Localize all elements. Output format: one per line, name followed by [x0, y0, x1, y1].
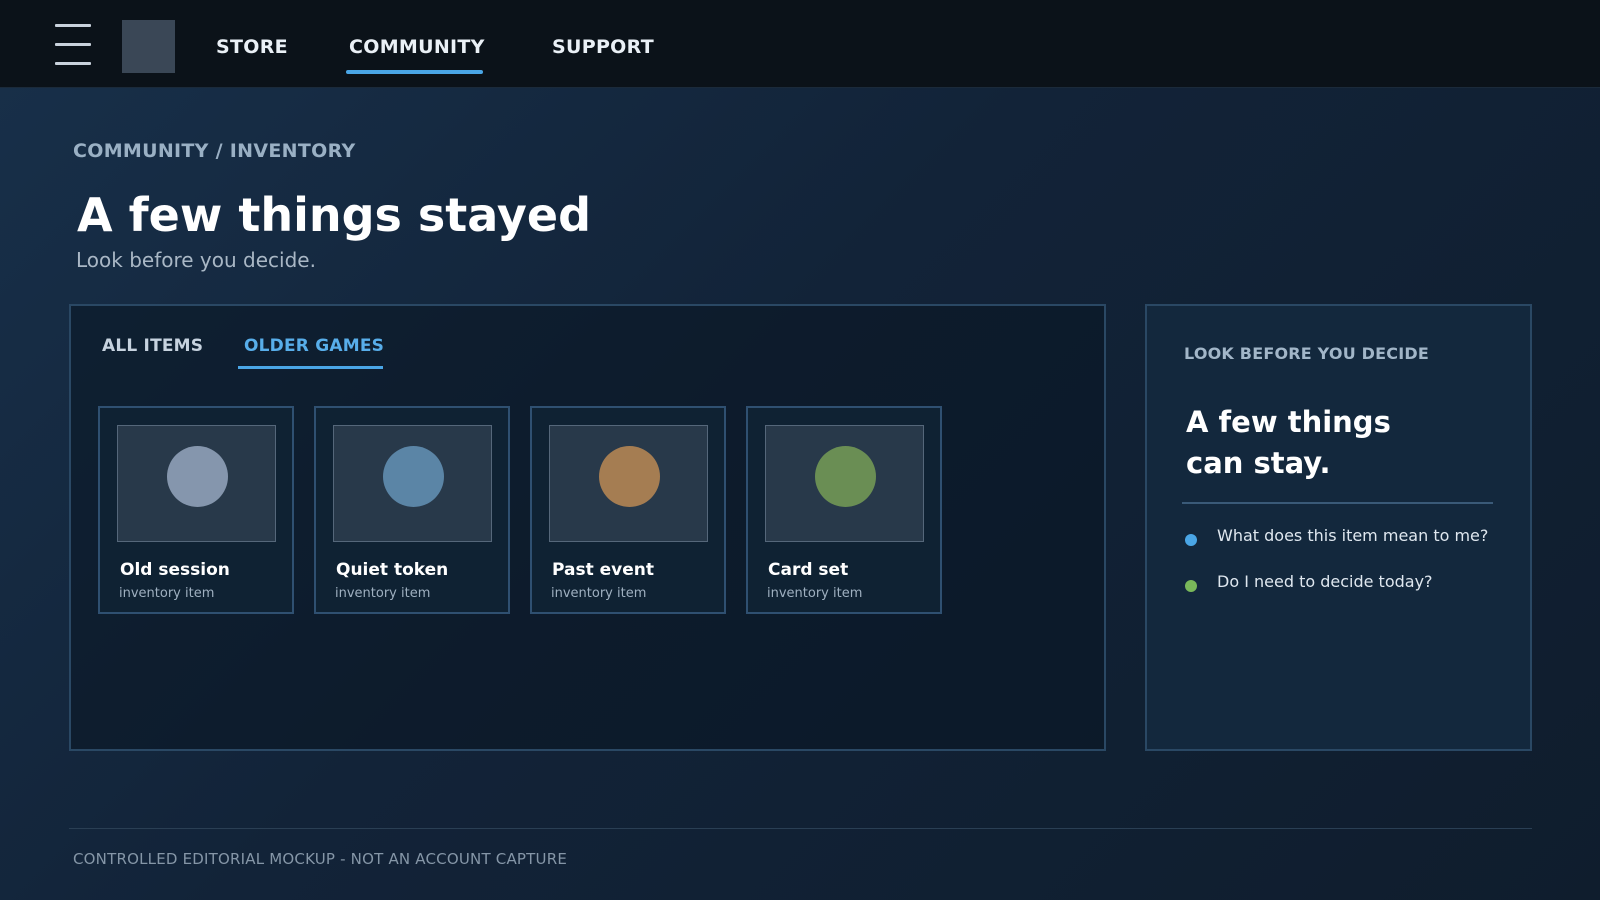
item-color-icon [383, 446, 444, 507]
item-name: Old session [120, 560, 230, 580]
inventory-item-card[interactable]: Quiet token inventory item [314, 406, 510, 614]
tab-active-indicator [238, 366, 383, 369]
footer-note: CONTROLLED EDITORIAL MOCKUP - NOT AN ACC… [73, 850, 567, 868]
question-text: What does this item mean to me? [1217, 526, 1489, 545]
side-heading-line: can stay. [1186, 446, 1331, 480]
nav-community[interactable]: COMMUNITY [349, 36, 485, 58]
green-dot-icon [1185, 580, 1197, 592]
side-heading-line: A few things [1186, 405, 1391, 439]
inventory-item-card[interactable]: Past event inventory item [530, 406, 726, 614]
side-heading: A few things can stay. [1186, 402, 1391, 484]
inventory-item-card[interactable]: Card set inventory item [746, 406, 942, 614]
item-name: Past event [552, 560, 655, 580]
nav-support[interactable]: SUPPORT [552, 36, 654, 58]
divider [1182, 502, 1493, 504]
page-title: A few things stayed [77, 188, 592, 242]
logo-placeholder[interactable] [122, 20, 175, 73]
item-name: Quiet token [336, 560, 449, 580]
top-nav-bar: STORE COMMUNITY SUPPORT [0, 0, 1600, 88]
tab-older-games[interactable]: OLDER GAMES [244, 336, 384, 356]
item-thumbnail [333, 425, 492, 542]
inventory-panel: ALL ITEMS OLDER GAMES Old session invent… [69, 304, 1106, 751]
inventory-item-card[interactable]: Old session inventory item [98, 406, 294, 614]
question-text: Do I need to decide today? [1217, 572, 1433, 591]
breadcrumb: COMMUNITY / INVENTORY [73, 140, 356, 162]
item-color-icon [599, 446, 660, 507]
item-color-icon [167, 446, 228, 507]
page-subtitle: Look before you decide. [76, 248, 316, 272]
item-type: inventory item [767, 586, 863, 601]
footer-divider [69, 828, 1532, 829]
item-name: Card set [768, 560, 849, 580]
item-type: inventory item [335, 586, 431, 601]
item-thumbnail [117, 425, 276, 542]
tab-all-items[interactable]: ALL ITEMS [102, 336, 203, 356]
item-type: inventory item [551, 586, 647, 601]
item-thumbnail [549, 425, 708, 542]
decision-side-panel: LOOK BEFORE YOU DECIDE A few things can … [1145, 304, 1532, 751]
nav-active-indicator [346, 70, 483, 74]
nav-store[interactable]: STORE [216, 36, 288, 58]
item-color-icon [815, 446, 876, 507]
item-type: inventory item [119, 586, 215, 601]
item-thumbnail [765, 425, 924, 542]
blue-dot-icon [1185, 534, 1197, 546]
hamburger-menu-icon[interactable] [55, 24, 91, 66]
side-kicker: LOOK BEFORE YOU DECIDE [1184, 344, 1429, 363]
